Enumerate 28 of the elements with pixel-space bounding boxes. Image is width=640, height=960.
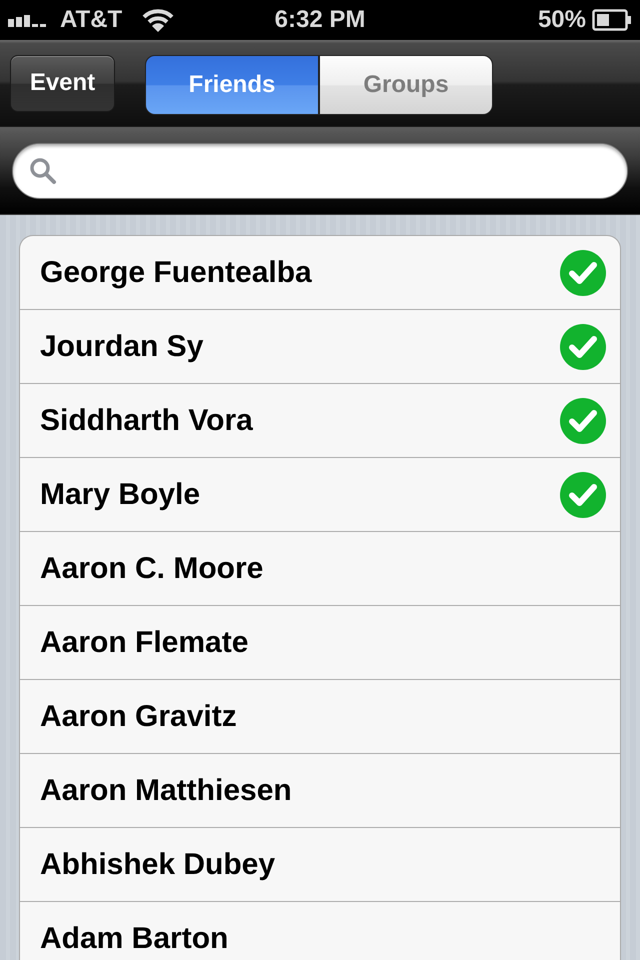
friend-name: Siddharth Vora	[40, 404, 253, 438]
friend-row[interactable]: Jourdan Sy	[20, 309, 620, 383]
friend-row[interactable]: George Fuentealba	[20, 236, 620, 309]
search-icon	[29, 157, 57, 185]
friend-name: Aaron Matthiesen	[40, 774, 292, 808]
segment-tab[interactable]: Friends	[145, 54, 319, 114]
friend-name: George Fuentealba	[40, 256, 312, 290]
friend-name: Abhishek Dubey	[40, 848, 276, 882]
friend-name: Adam Barton	[40, 922, 228, 956]
battery-percentage: 50%	[538, 8, 586, 32]
battery-icon	[592, 9, 632, 31]
event-button[interactable]: Event	[10, 54, 115, 112]
friend-row[interactable]: Siddharth Vora	[20, 383, 620, 457]
friend-row[interactable]: Mary Boyle	[20, 457, 620, 531]
friend-name: Aaron Gravitz	[40, 700, 237, 734]
friend-row[interactable]: Aaron Matthiesen	[20, 753, 620, 827]
friend-row[interactable]: Adam Barton	[20, 901, 620, 960]
wifi-icon	[142, 8, 174, 32]
friend-name: Jourdan Sy	[40, 330, 204, 364]
clock-time: 6:32 PM	[274, 8, 366, 32]
friend-name: Aaron Flemate	[40, 626, 248, 660]
friend-row[interactable]: Aaron Flemate	[20, 605, 620, 679]
friend-row[interactable]: Aaron C. Moore	[20, 531, 620, 605]
friend-name: Aaron C. Moore	[40, 552, 264, 586]
friend-name: Mary Boyle	[40, 478, 200, 512]
friend-row[interactable]: Aaron Gravitz	[20, 679, 620, 753]
friend-row[interactable]: Abhishek Dubey	[20, 827, 620, 901]
carrier-name: AT&T	[60, 8, 122, 32]
